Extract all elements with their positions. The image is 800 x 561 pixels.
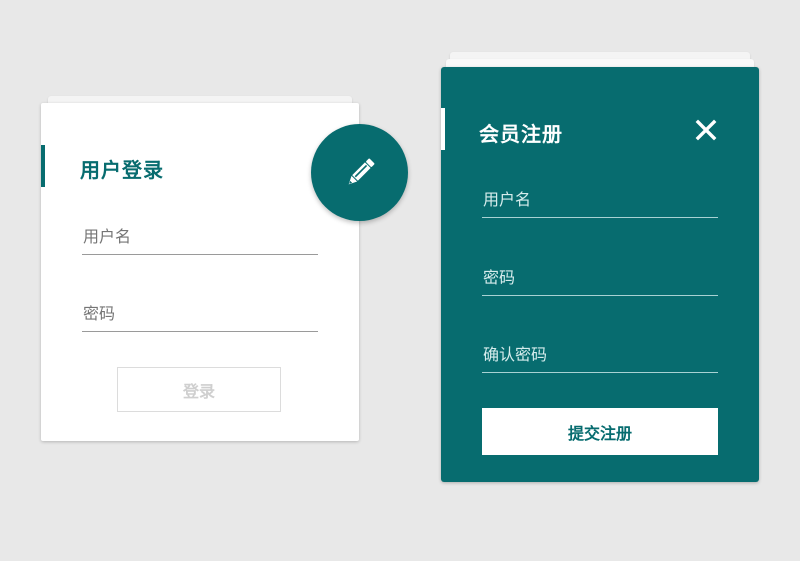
open-register-button[interactable] [311, 124, 408, 221]
login-button[interactable]: 登录 [117, 367, 281, 412]
register-title-accent-bar [441, 108, 445, 150]
login-username-label: 用户名 [83, 227, 132, 246]
register-password-field[interactable]: 密码 [482, 255, 718, 296]
register-confirm-password-label: 确认密码 [483, 345, 548, 364]
login-card: 用户登录 用户名 密码 登录 [41, 103, 359, 441]
register-card: 会员注册 用户名 密码 确认密码 提交注册 [441, 67, 759, 482]
login-title: 用户登录 [80, 158, 164, 182]
close-button[interactable] [694, 118, 718, 142]
login-password-field[interactable]: 密码 [82, 291, 318, 332]
pencil-icon [348, 158, 374, 184]
page: 用户登录 用户名 密码 登录 会员注册 用户名 密码 确认密码 提交注册 [0, 0, 800, 561]
login-password-label: 密码 [83, 304, 116, 323]
register-submit-button[interactable]: 提交注册 [482, 408, 718, 455]
login-username-field[interactable]: 用户名 [82, 214, 318, 255]
register-title: 会员注册 [479, 122, 563, 146]
register-username-field[interactable]: 用户名 [482, 177, 718, 218]
login-title-accent-bar [41, 145, 45, 187]
register-confirm-password-field[interactable]: 确认密码 [482, 332, 718, 373]
close-icon [695, 119, 717, 141]
register-username-label: 用户名 [483, 190, 532, 209]
register-password-label: 密码 [483, 268, 516, 287]
